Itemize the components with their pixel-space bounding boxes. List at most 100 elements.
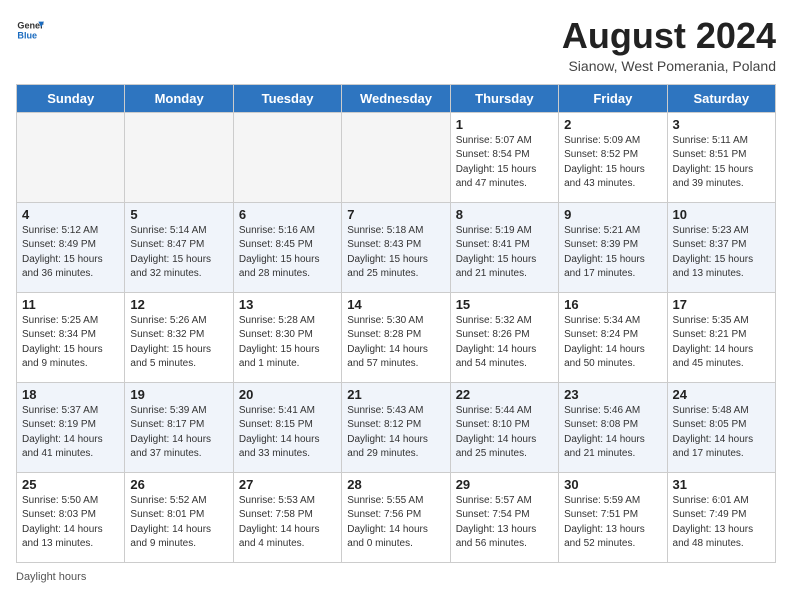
calendar-day-header: Wednesday	[342, 84, 450, 112]
calendar-week-row: 4 Sunrise: 5:12 AMSunset: 8:49 PMDaylight…	[17, 202, 776, 292]
calendar-day-cell: 4 Sunrise: 5:12 AMSunset: 8:49 PMDaylight…	[17, 202, 125, 292]
calendar-day-cell: 11 Sunrise: 5:25 AMSunset: 8:34 PMDayligh…	[17, 292, 125, 382]
calendar-day-cell: 22Sunrise: 5:44 AMSunset: 8:10 PMDayligh…	[450, 382, 558, 472]
day-number: 18	[22, 387, 119, 402]
calendar-day-cell: 25 Sunrise: 5:50 AMSunset: 8:03 PMDayligh…	[17, 472, 125, 562]
calendar-day-cell: 18 Sunrise: 5:37 AMSunset: 8:19 PMDayligh…	[17, 382, 125, 472]
day-number: 31	[673, 477, 770, 492]
calendar-day-cell: 21 Sunrise: 5:43 AMSunset: 8:12 PMDayligh…	[342, 382, 450, 472]
day-info: Sunrise: 5:21 AMSunset: 8:39 PMDaylight:…	[564, 224, 661, 282]
calendar-day-cell	[342, 112, 450, 202]
calendar-day-header: Monday	[125, 84, 233, 112]
calendar-day-cell: 24 Sunrise: 5:48 AMSunset: 8:05 PMDayligh…	[667, 382, 775, 472]
calendar-day-cell: 6Sunrise: 5:16 AMSunset: 8:45 PMDaylight…	[233, 202, 341, 292]
day-number: 20	[239, 387, 336, 402]
calendar-day-header: Friday	[559, 84, 667, 112]
day-number: 24	[673, 387, 770, 402]
calendar-day-cell: 10 Sunrise: 5:23 AMSunset: 8:37 PMDayligh…	[667, 202, 775, 292]
day-info: Sunrise: 5:48 AMSunset: 8:05 PMDaylight:…	[673, 404, 770, 462]
day-number: 11	[22, 297, 119, 312]
day-info: Sunrise: 5:34 AMSunset: 8:24 PMDaylight:…	[564, 314, 661, 372]
day-info: Sunrise: 5:23 AMSunset: 8:37 PMDaylight:…	[673, 224, 770, 282]
day-info: Sunrise: 6:01 AMSunset: 7:49 PMDaylight:…	[673, 494, 770, 552]
day-info: Sunrise: 5:57 AMSunset: 7:54 PMDaylight:…	[456, 494, 553, 552]
svg-text:Blue: Blue	[17, 30, 37, 40]
calendar-week-row: 11 Sunrise: 5:25 AMSunset: 8:34 PMDayligh…	[17, 292, 776, 382]
day-info: Sunrise: 5:25 AMSunset: 8:34 PMDaylight:…	[22, 314, 119, 372]
day-info: Sunrise: 5:28 AMSunset: 8:30 PMDaylight:…	[239, 314, 336, 372]
day-number: 4	[22, 207, 119, 222]
calendar-day-cell: 29Sunrise: 5:57 AMSunset: 7:54 PMDayligh…	[450, 472, 558, 562]
calendar-day-cell: 3 Sunrise: 5:11 AMSunset: 8:51 PMDaylight…	[667, 112, 775, 202]
calendar-day-cell: 30Sunrise: 5:59 AMSunset: 7:51 PMDayligh…	[559, 472, 667, 562]
day-number: 27	[239, 477, 336, 492]
day-number: 3	[673, 117, 770, 132]
day-info: Sunrise: 5:19 AMSunset: 8:41 PMDaylight:…	[456, 224, 553, 282]
calendar-day-cell: 28Sunrise: 5:55 AMSunset: 7:56 PMDayligh…	[342, 472, 450, 562]
day-info: Sunrise: 5:37 AMSunset: 8:19 PMDaylight:…	[22, 404, 119, 462]
day-number: 5	[130, 207, 227, 222]
day-info: Sunrise: 5:52 AMSunset: 8:01 PMDaylight:…	[130, 494, 227, 552]
calendar-day-cell: 20 Sunrise: 5:41 AMSunset: 8:15 PMDayligh…	[233, 382, 341, 472]
calendar-day-cell: 8 Sunrise: 5:19 AMSunset: 8:41 PMDaylight…	[450, 202, 558, 292]
day-number: 7	[347, 207, 444, 222]
day-number: 1	[456, 117, 553, 132]
calendar-day-header: Thursday	[450, 84, 558, 112]
calendar-day-cell: 31 Sunrise: 6:01 AMSunset: 7:49 PMDayligh…	[667, 472, 775, 562]
title-block: August 2024 Sianow, West Pomerania, Pola…	[562, 16, 776, 74]
calendar-day-cell: 7 Sunrise: 5:18 AMSunset: 8:43 PMDaylight…	[342, 202, 450, 292]
calendar-day-cell	[125, 112, 233, 202]
calendar-day-cell	[17, 112, 125, 202]
day-info: Sunrise: 5:32 AMSunset: 8:26 PMDaylight:…	[456, 314, 553, 372]
day-number: 8	[456, 207, 553, 222]
day-info: Sunrise: 5:14 AMSunset: 8:47 PMDaylight:…	[130, 224, 227, 282]
calendar-week-row: 1 Sunrise: 5:07 AMSunset: 8:54 PMDaylight…	[17, 112, 776, 202]
calendar-day-cell: 17Sunrise: 5:35 AMSunset: 8:21 PMDayligh…	[667, 292, 775, 382]
day-info: Sunrise: 5:43 AMSunset: 8:12 PMDaylight:…	[347, 404, 444, 462]
calendar-day-header: Tuesday	[233, 84, 341, 112]
calendar-header-row: SundayMondayTuesdayWednesdayThursdayFrid…	[17, 84, 776, 112]
calendar-week-row: 25 Sunrise: 5:50 AMSunset: 8:03 PMDayligh…	[17, 472, 776, 562]
day-number: 26	[130, 477, 227, 492]
calendar-day-cell: 9Sunrise: 5:21 AMSunset: 8:39 PMDaylight…	[559, 202, 667, 292]
day-info: Sunrise: 5:53 AMSunset: 7:58 PMDaylight:…	[239, 494, 336, 552]
day-number: 25	[22, 477, 119, 492]
calendar-day-cell: 16Sunrise: 5:34 AMSunset: 8:24 PMDayligh…	[559, 292, 667, 382]
day-info: Sunrise: 5:30 AMSunset: 8:28 PMDaylight:…	[347, 314, 444, 372]
month-year-title: August 2024	[562, 16, 776, 56]
day-number: 21	[347, 387, 444, 402]
day-info: Sunrise: 5:09 AMSunset: 8:52 PMDaylight:…	[564, 134, 661, 192]
day-info: Sunrise: 5:26 AMSunset: 8:32 PMDaylight:…	[130, 314, 227, 372]
day-info: Sunrise: 5:07 AMSunset: 8:54 PMDaylight:…	[456, 134, 553, 192]
day-info: Sunrise: 5:55 AMSunset: 7:56 PMDaylight:…	[347, 494, 444, 552]
calendar-day-cell: 26 Sunrise: 5:52 AMSunset: 8:01 PMDayligh…	[125, 472, 233, 562]
day-number: 12	[130, 297, 227, 312]
day-number: 19	[130, 387, 227, 402]
day-info: Sunrise: 5:35 AMSunset: 8:21 PMDaylight:…	[673, 314, 770, 372]
day-info: Sunrise: 5:50 AMSunset: 8:03 PMDaylight:…	[22, 494, 119, 552]
calendar-day-cell: 13Sunrise: 5:28 AMSunset: 8:30 PMDayligh…	[233, 292, 341, 382]
calendar-table: SundayMondayTuesdayWednesdayThursdayFrid…	[16, 84, 776, 563]
day-number: 10	[673, 207, 770, 222]
day-number: 14	[347, 297, 444, 312]
page-header: General Blue August 2024 Sianow, West Po…	[16, 16, 776, 74]
logo-icon: General Blue	[16, 16, 44, 44]
calendar-day-cell: 1 Sunrise: 5:07 AMSunset: 8:54 PMDaylight…	[450, 112, 558, 202]
calendar-day-cell: 5 Sunrise: 5:14 AMSunset: 8:47 PMDaylight…	[125, 202, 233, 292]
calendar-day-cell: 15Sunrise: 5:32 AMSunset: 8:26 PMDayligh…	[450, 292, 558, 382]
day-info: Sunrise: 5:11 AMSunset: 8:51 PMDaylight:…	[673, 134, 770, 192]
day-info: Sunrise: 5:44 AMSunset: 8:10 PMDaylight:…	[456, 404, 553, 462]
calendar-day-cell	[233, 112, 341, 202]
calendar-day-cell: 2Sunrise: 5:09 AMSunset: 8:52 PMDaylight…	[559, 112, 667, 202]
calendar-day-cell: 23 Sunrise: 5:46 AMSunset: 8:08 PMDayligh…	[559, 382, 667, 472]
calendar-footer: Daylight hours	[16, 571, 776, 583]
day-info: Sunrise: 5:59 AMSunset: 7:51 PMDaylight:…	[564, 494, 661, 552]
location-subtitle: Sianow, West Pomerania, Poland	[562, 58, 776, 74]
day-info: Sunrise: 5:18 AMSunset: 8:43 PMDaylight:…	[347, 224, 444, 282]
calendar-day-cell: 19Sunrise: 5:39 AMSunset: 8:17 PMDayligh…	[125, 382, 233, 472]
day-info: Sunrise: 5:12 AMSunset: 8:49 PMDaylight:…	[22, 224, 119, 282]
logo: General Blue	[16, 16, 44, 44]
day-info: Sunrise: 5:46 AMSunset: 8:08 PMDaylight:…	[564, 404, 661, 462]
day-info: Sunrise: 5:41 AMSunset: 8:15 PMDaylight:…	[239, 404, 336, 462]
day-number: 23	[564, 387, 661, 402]
